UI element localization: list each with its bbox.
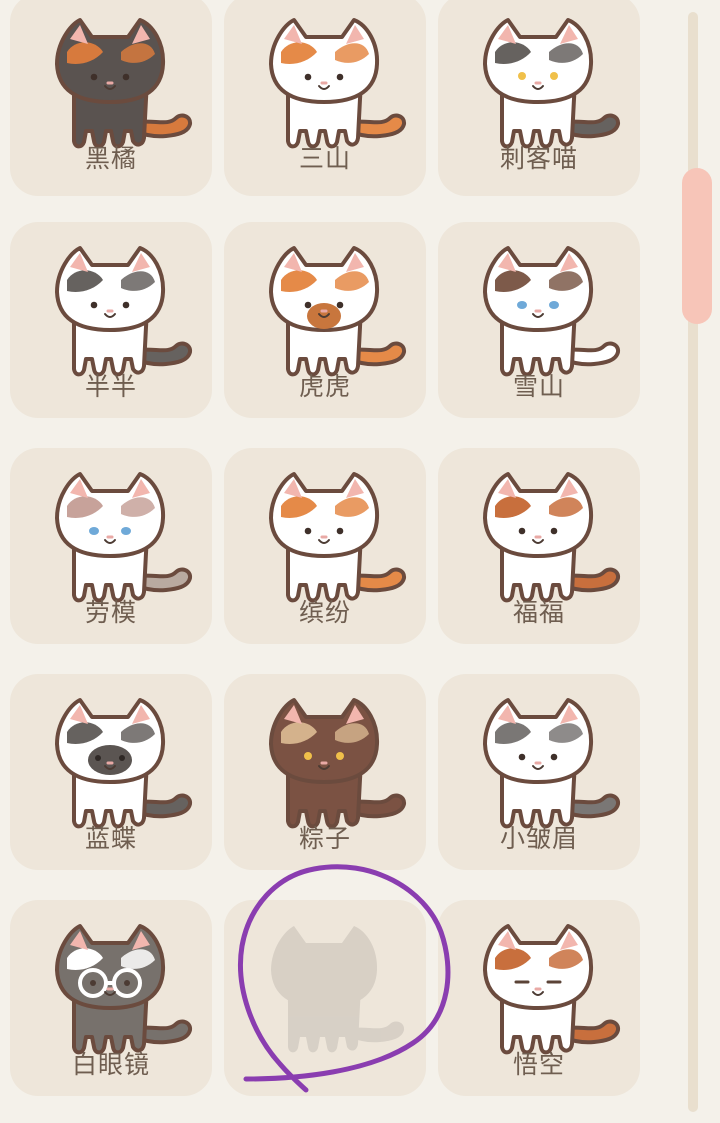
- zongzi-cat-icon: [269, 698, 407, 829]
- snow-mountain-cat-icon: [483, 246, 621, 377]
- cat-card-blue-butterfly[interactable]: 蓝蝶: [10, 674, 212, 870]
- cat-card-half-half[interactable]: 半半: [10, 222, 212, 418]
- cat-card-san-shan[interactable]: 三山: [224, 0, 426, 196]
- cat-card-model-worker[interactable]: 劳模: [10, 448, 212, 644]
- little-frown-cat-icon: [483, 698, 621, 829]
- model-worker-cat-icon: [55, 472, 193, 603]
- black-orange-cat-icon: [55, 18, 193, 149]
- cat-card-zongzi[interactable]: 粽子: [224, 674, 426, 870]
- scrollbar-thumb[interactable]: [682, 168, 712, 324]
- orange-white-cat-icon: [269, 18, 407, 149]
- cat-card-black-orange[interactable]: 黑橘: [10, 0, 212, 196]
- colorful-cat-icon: [269, 472, 407, 603]
- half-half-cat-icon: [55, 246, 193, 377]
- cat-card-little-frown[interactable]: 小皱眉: [438, 674, 640, 870]
- cat-card-assassin[interactable]: 刺客喵: [438, 0, 640, 196]
- cat-grid: 黑橘 三山 刺客喵 半半 虎虎 雪山 劳模 缤纷 福福 蓝蝶 粽子 小皱眉 白眼…: [0, 0, 680, 1123]
- lucky-cat-icon: [483, 472, 621, 603]
- cat-card-white-glasses[interactable]: 白眼镜: [10, 900, 212, 1096]
- cat-card-colorful[interactable]: 缤纷: [224, 448, 426, 644]
- cat-card-wukong[interactable]: 悟空: [438, 900, 640, 1096]
- cat-card-tiger[interactable]: 虎虎: [224, 222, 426, 418]
- tiger-cat-icon: [269, 246, 407, 377]
- cat-collection-screen: 黑橘 三山 刺客喵 半半 虎虎 雪山 劳模 缤纷 福福 蓝蝶 粽子 小皱眉 白眼…: [0, 0, 720, 1123]
- blue-butterfly-cat-icon: [55, 698, 193, 829]
- wukong-cat-icon: [483, 924, 621, 1055]
- locked-cat-silhouette-icon: [271, 926, 405, 1053]
- cat-card-lucky[interactable]: 福福: [438, 448, 640, 644]
- assassin-cat-icon: [483, 18, 621, 149]
- white-glasses-cat-icon: [55, 924, 193, 1055]
- cat-card-snow-mountain[interactable]: 雪山: [438, 222, 640, 418]
- cat-card-locked[interactable]: [224, 900, 426, 1096]
